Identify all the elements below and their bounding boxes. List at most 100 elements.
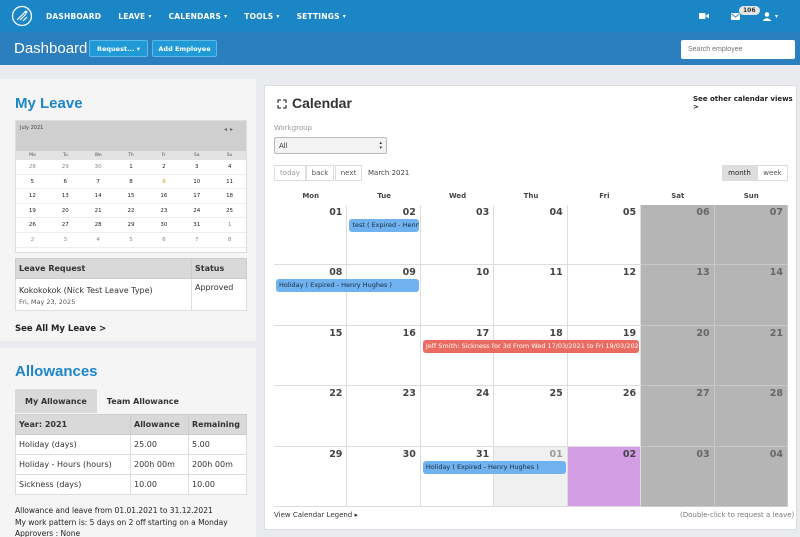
mini-calendar-day[interactable]: 29: [114, 218, 148, 233]
calendar-day-number[interactable]: 16: [403, 328, 416, 339]
calendar-day-cell[interactable]: 30: [347, 446, 421, 507]
mini-calendar-day[interactable]: 31: [180, 218, 214, 233]
mini-calendar-day[interactable]: 18: [213, 189, 246, 204]
event-sickness-jeff-smith[interactable]: Jeff Smith: Sickness for 3d From Wed 17/…: [422, 339, 640, 353]
view-calendar-legend-link[interactable]: View Calendar Legend ▸: [274, 511, 358, 519]
workgroup-select[interactable]: All ▴ ▾: [274, 137, 387, 154]
calendar-day-number[interactable]: 03: [476, 207, 489, 218]
back-button[interactable]: back: [306, 165, 334, 181]
mini-calendar-day[interactable]: 6: [48, 175, 82, 190]
calendar-day-cell[interactable]: 12: [567, 265, 642, 326]
calendar-day-cell[interactable]: 26: [567, 386, 642, 447]
mini-calendar-day[interactable]: 9: [147, 175, 181, 190]
calendar-day-number[interactable]: 23: [403, 388, 416, 399]
calendar-day-number[interactable]: 12: [623, 267, 636, 278]
mini-calendar-day[interactable]: 1: [114, 160, 148, 175]
calendar-day-number[interactable]: 10: [476, 267, 489, 278]
expand-icon[interactable]: [277, 99, 287, 109]
calendar-day-cell[interactable]: 18: [494, 325, 568, 387]
calendar-day-cell[interactable]: 24: [420, 386, 495, 447]
video-icon[interactable]: [698, 12, 709, 20]
mini-calendar-day[interactable]: 23: [147, 204, 181, 219]
calendar-day-number[interactable]: 01: [329, 207, 342, 218]
mini-calendar-day[interactable]: 15: [114, 189, 148, 204]
mini-calendar-day[interactable]: 21: [81, 204, 115, 219]
tab-team-allowance[interactable]: Team Allowance: [97, 389, 189, 413]
calendar-day-number[interactable]: 07: [770, 207, 783, 218]
mini-calendar-day[interactable]: 1: [213, 218, 246, 233]
nav-tools[interactable]: TOOLS ▾: [244, 12, 279, 21]
mini-calendar-day[interactable]: 30: [147, 218, 181, 233]
calendar-day-cell[interactable]: 09: [347, 265, 421, 326]
calendar-day-cell[interactable]: 31: [420, 446, 495, 507]
nav-settings[interactable]: SETTINGS ▾: [297, 12, 346, 21]
calendar-day-number[interactable]: 18: [549, 328, 562, 339]
mini-calendar-nav[interactable]: ◂▸: [224, 126, 236, 133]
mini-calendar-day[interactable]: 22: [114, 204, 148, 219]
month-view-button[interactable]: month: [722, 165, 757, 181]
calendar-day-cell[interactable]: 08: [274, 265, 348, 326]
calendar-day-number[interactable]: 26: [623, 388, 636, 399]
calendar-day-number[interactable]: 19: [623, 328, 636, 339]
nav-calendars[interactable]: CALENDARS ▾: [169, 12, 228, 21]
mini-calendar-day[interactable]: 30: [81, 160, 115, 175]
add-employee-button[interactable]: Add Employee: [152, 40, 217, 57]
calendar-day-cell[interactable]: 04: [714, 446, 788, 507]
mini-calendar-day[interactable]: 7: [180, 233, 214, 248]
event-holiday-expired[interactable]: Holiday ( Expired - Henry Hughes ): [276, 279, 419, 293]
calendar-day-cell[interactable]: 03: [641, 446, 715, 507]
mini-calendar-day[interactable]: 3: [180, 160, 214, 175]
mini-calendar-day[interactable]: 28: [16, 160, 49, 175]
calendar-day-number[interactable]: 30: [403, 449, 416, 460]
calendar-day-cell[interactable]: 02: [347, 205, 421, 266]
messages-icon[interactable]: 106: [730, 5, 760, 20]
mini-calendar-day[interactable]: 7: [81, 175, 115, 190]
nav-leave[interactable]: LEAVE ▾: [118, 12, 151, 21]
calendar-day-number[interactable]: 11: [549, 267, 562, 278]
user-menu[interactable]: ▾: [762, 11, 778, 21]
calendar-day-cell[interactable]: 05: [567, 205, 642, 266]
calendar-day-number[interactable]: 08: [329, 267, 342, 278]
calendar-day-cell[interactable]: 11: [494, 265, 568, 326]
calendar-day-number[interactable]: 25: [549, 388, 562, 399]
see-all-my-leave-link[interactable]: See All My Leave >: [15, 324, 106, 334]
mini-calendar-day[interactable]: 2: [147, 160, 181, 175]
mini-calendar-day[interactable]: 16: [147, 189, 181, 204]
calendar-day-number[interactable]: 17: [476, 328, 489, 339]
calendar-day-number[interactable]: 09: [403, 267, 416, 278]
calendar-day-number[interactable]: 02: [623, 449, 636, 460]
mini-calendar-day[interactable]: 27: [48, 218, 82, 233]
event-holiday-expired[interactable]: Holiday ( Expired - Henry Hughes ): [422, 460, 566, 474]
mini-calendar-day[interactable]: 8: [114, 175, 148, 190]
mini-calendar-day[interactable]: 5: [114, 233, 148, 248]
mini-calendar-day[interactable]: 26: [16, 218, 49, 233]
week-view-button[interactable]: week: [757, 165, 788, 181]
calendar-day-cell[interactable]: 28: [714, 386, 788, 447]
mini-calendar-day[interactable]: 13: [48, 189, 82, 204]
calendar-day-cell[interactable]: 06: [641, 205, 715, 266]
event-test-expired[interactable]: test ( Expired - Henry Hughes ): [349, 219, 419, 232]
mini-calendar-day[interactable]: 5: [16, 175, 49, 190]
calendar-day-cell[interactable]: 14: [714, 265, 788, 326]
mini-calendar-day[interactable]: 28: [81, 218, 115, 233]
mini-calendar-day[interactable]: 12: [16, 189, 49, 204]
calendar-day-number[interactable]: 14: [770, 267, 783, 278]
calendar-day-number[interactable]: 03: [696, 449, 709, 460]
request-dropdown-button[interactable]: Request... ▾: [89, 40, 148, 57]
calendar-day-cell[interactable]: 29: [274, 446, 348, 507]
calendar-day-cell[interactable]: 01: [494, 446, 568, 507]
calendar-day-number[interactable]: 15: [329, 328, 342, 339]
mini-calendar-day[interactable]: 10: [180, 175, 214, 190]
nav-dashboard[interactable]: DASHBOARD: [46, 12, 101, 21]
app-logo-icon[interactable]: [11, 5, 33, 27]
mini-calendar-day[interactable]: 4: [213, 160, 246, 175]
calendar-day-cell[interactable]: 25: [494, 386, 568, 447]
calendar-day-number[interactable]: 04: [549, 207, 562, 218]
calendar-day-number[interactable]: 27: [696, 388, 709, 399]
calendar-day-number[interactable]: 22: [329, 388, 342, 399]
calendar-day-number[interactable]: 28: [770, 388, 783, 399]
calendar-day-cell[interactable]: 02: [567, 446, 642, 507]
calendar-day-number[interactable]: 06: [696, 207, 709, 218]
mini-calendar-day[interactable]: 2: [16, 233, 49, 248]
calendar-day-cell[interactable]: 16: [347, 325, 421, 387]
